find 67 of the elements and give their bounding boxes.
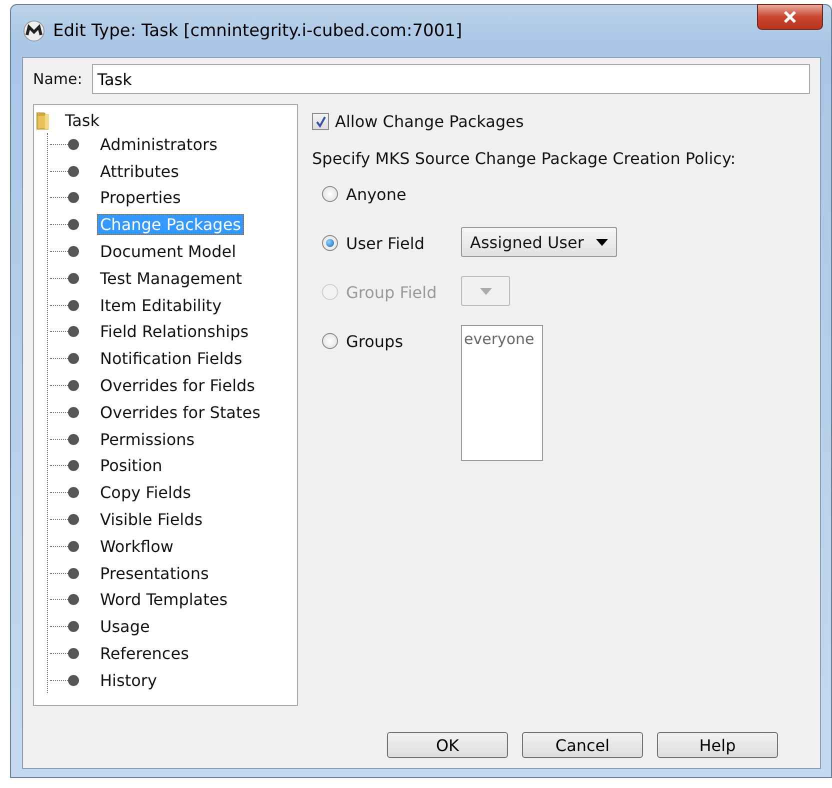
close-icon [782,10,798,24]
tree-item[interactable]: Attributes [97,160,182,182]
tree-item[interactable]: Permissions [97,428,198,450]
tree-item[interactable]: Copy Fields [97,482,194,504]
tree-item[interactable]: Task [62,110,103,130]
tree-item[interactable]: Presentations [97,562,212,584]
bullet-icon [68,138,79,150]
tree-item[interactable]: Field Relationships [97,321,252,342]
checkbox[interactable] [312,113,329,130]
window-title: Edit Type: Task [cmnintegrity.i-cubed.com:7001] [53,21,462,41]
tree-item[interactable]: History [97,670,160,691]
tree-item[interactable]: Usage [97,616,153,638]
bullet-icon [68,272,79,284]
bullet-icon [68,434,79,445]
bullet-icon [68,353,79,364]
tree-item[interactable]: Overrides for States [97,402,264,423]
dropdown[interactable] [461,276,510,306]
bullet-icon [68,568,79,579]
radio-label: Anyone [346,184,406,204]
bullet-icon [68,514,79,526]
dropdown[interactable]: Assigned User [461,227,617,257]
tree-item[interactable]: Position [97,455,166,476]
tree-item[interactable]: Test Management [97,268,245,289]
bullet-icon [68,406,79,418]
bullet-icon [68,166,79,177]
bullet-icon [68,674,79,686]
bullet-icon [68,246,79,258]
radio-button[interactable] [322,186,338,202]
name-label: Name: [33,70,82,88]
checkbox-label: Allow Change Packages [335,112,524,131]
tree-item[interactable]: References [97,643,192,664]
tree-item[interactable]: Notification Fields [97,348,246,370]
radio-button[interactable] [322,235,338,251]
bullet-icon [68,648,79,660]
tree-item[interactable]: Visible Fields [97,509,206,530]
bullet-icon [68,460,79,472]
tree-item[interactable]: Document Model [97,241,240,262]
groups-list[interactable]: everyone [461,325,543,461]
bullet-icon [68,326,79,338]
caret-icon [480,288,492,294]
dialog-button[interactable]: Help [657,732,778,758]
radio-label: User Field [346,234,424,252]
dialog-button[interactable]: Cancel [522,732,643,758]
tree-item[interactable]: Administrators [97,134,220,155]
bullet-icon [68,487,79,498]
close-button[interactable] [757,4,823,30]
tree-item[interactable]: Word Templates [97,589,231,610]
tree-item[interactable]: Item Editability [97,294,225,316]
app-logo-icon [23,20,45,42]
radio-label: Group Field [346,282,437,302]
tree-item[interactable]: Workflow [97,536,176,557]
bullet-icon [68,594,79,606]
bullet-icon [68,380,79,392]
name-field[interactable]: Task [92,64,810,94]
caret-icon [596,238,608,246]
bullet-icon [68,192,79,204]
bullet-icon [68,621,79,632]
policy-label: Specify MKS Source Change Package Creation Policy: [312,149,737,168]
radio-button[interactable] [322,333,338,349]
bullet-icon [68,300,79,311]
dialog-button[interactable]: OK [387,732,508,758]
bullet-icon [68,219,79,230]
tree-item[interactable]: Properties [97,187,184,208]
bullet-icon [68,540,79,552]
tree-item[interactable]: Overrides for Fields [97,375,258,396]
radio-label: Groups [346,332,404,350]
list-item[interactable]: everyone [464,330,540,348]
